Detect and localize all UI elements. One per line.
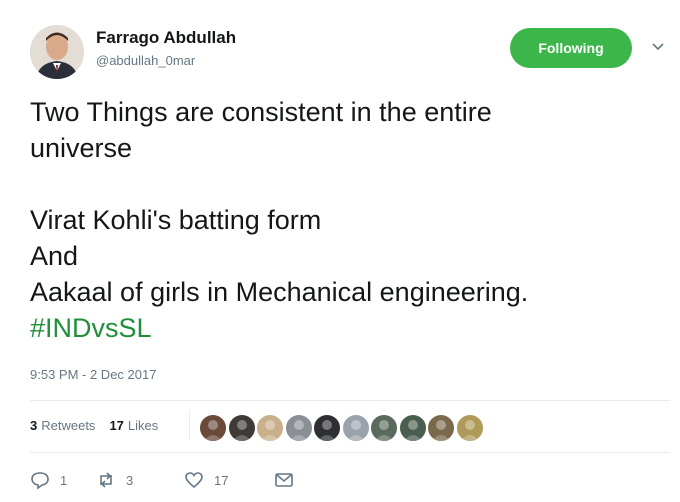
tweet-line: Two Things are consistent in the entire (30, 97, 492, 127)
liker-avatar[interactable] (426, 413, 456, 443)
reply-icon (31, 472, 49, 490)
mail-icon (275, 473, 293, 487)
engagement-stats: 3 Retweets 17 Likes (30, 418, 172, 433)
liker-avatar[interactable] (397, 413, 428, 443)
liker-avatar[interactable] (198, 413, 228, 443)
retweet-count: 3 (126, 472, 134, 488)
like-count: 17 (214, 472, 229, 488)
tweet-line (30, 166, 660, 202)
liker-avatar[interactable] (255, 413, 285, 443)
liker-avatar[interactable] (340, 413, 371, 443)
divider (30, 452, 670, 453)
direct-message-button[interactable] (274, 470, 294, 490)
display-name[interactable]: Farrago Abdullah (96, 28, 236, 48)
retweet-icon (100, 472, 112, 488)
liker-avatar[interactable] (283, 413, 314, 443)
liker-avatar[interactable] (369, 413, 399, 443)
retweet-button[interactable]: 3 (96, 470, 184, 490)
liker-avatar[interactable] (226, 413, 257, 443)
tweet-timestamp[interactable]: 9:53 PM - 2 Dec 2017 (30, 367, 156, 382)
hashtag-link[interactable]: #INDvsSL (30, 310, 660, 346)
like-button[interactable]: 17 (184, 470, 274, 490)
following-button[interactable]: Following (510, 28, 632, 68)
reply-count: 1 (60, 472, 68, 488)
tweet-line: And (30, 241, 79, 271)
tweet-line: Virat Kohli's batting form (30, 205, 322, 235)
divider (189, 410, 190, 440)
tweet-text: Two Things are consistent in the entire … (30, 94, 660, 346)
tweet-line: universe (30, 133, 133, 163)
heart-icon (185, 472, 203, 489)
tweet-actions: 1 3 17 (30, 470, 294, 490)
user-handle[interactable]: @abdullah_0mar (96, 53, 195, 68)
liker-avatar[interactable] (454, 413, 485, 443)
chevron-down-icon[interactable] (650, 38, 666, 54)
reply-button[interactable]: 1 (30, 470, 96, 490)
divider (30, 400, 670, 401)
liker-avatar[interactable] (312, 413, 342, 443)
retweets-stat[interactable]: 3 Retweets (30, 418, 95, 433)
profile-avatar[interactable] (30, 25, 84, 79)
tweet-line: Aakaal of girls in Mechanical engineerin… (30, 277, 529, 307)
likes-stat[interactable]: 17 Likes (109, 418, 158, 433)
